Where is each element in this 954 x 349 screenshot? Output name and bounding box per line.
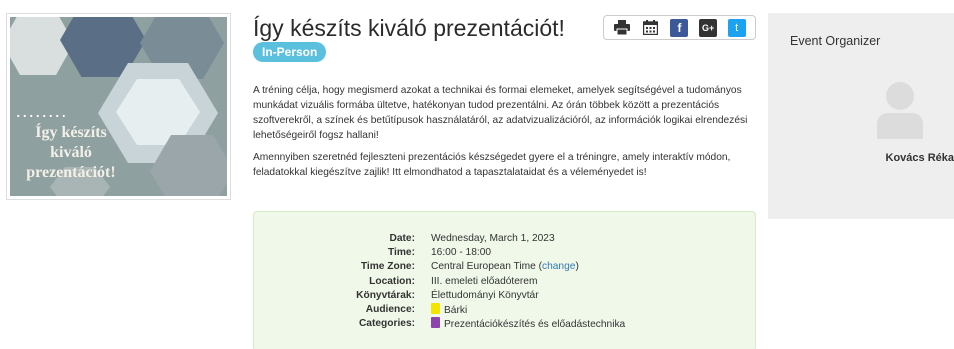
print-icon[interactable] [613,19,631,37]
timezone-change-link[interactable]: change [542,261,575,272]
organizer-name: Kovács Réka [885,152,954,164]
category-color-swatch [431,317,440,328]
facebook-icon[interactable]: f [670,18,689,37]
twitter-icon[interactable]: t [727,18,746,37]
detail-row-timezone: Time Zone: Central European Time (change… [254,260,755,274]
organizer-heading: Event Organizer [790,34,881,48]
event-details: Date: Wednesday, March 1, 2023 Time: 16:… [253,211,756,349]
categories-label: Categories: [358,318,415,329]
detail-row-categories: Categories: Prezentációkészítés és előad… [254,317,755,331]
timezone-value: Central European Time [431,261,536,272]
image-caption: Így készíts kiváló prezentációt! [26,124,116,181]
location-value: III. emeleti előadóterem [431,276,538,287]
description-paragraph: Amennyiben szeretnéd fejleszteni prezent… [253,152,731,178]
detail-row-time: Time: 16:00 - 18:00 [254,246,755,260]
date-label: Date: [389,233,415,244]
description-paragraph: A tréning célja, hogy megismerd azokat a… [253,85,748,141]
calendar-icon[interactable] [642,19,660,37]
categories-value-wrap: Prezentációkészítés és előadástechnika [431,317,625,332]
avatar-placeholder-icon [877,82,923,139]
audience-value-wrap: Bárki [431,303,467,318]
organizer-sidebar: Event Organizer Kovács Réka [768,13,954,219]
detail-row-date: Date: Wednesday, March 1, 2023 [254,232,755,246]
library-label: Könyvtárak: [356,290,415,301]
date-value: Wednesday, March 1, 2023 [431,233,555,244]
time-value: 16:00 - 18:00 [431,247,492,258]
categories-value: Prezentációkészítés és előadástechnika [444,319,626,330]
audience-label: Audience: [365,304,415,315]
location-label: Location: [369,276,415,287]
event-description: A tréning célja, hogy megismerd azokat a… [253,83,758,187]
timezone-value-wrap: Central European Time (change) [431,261,579,272]
google-plus-icon[interactable]: G+ [699,18,718,37]
detail-row-location: Location: III. emeleti előadóterem [254,275,755,289]
event-image-frame: ........ Így készíts kiváló prezentációt… [6,13,231,200]
audience-color-swatch [431,303,440,314]
image-dots: ........ [16,101,68,121]
detail-row-library: Könyvtárak: Élettudományi Könyvtár [254,289,755,303]
in-person-badge: In-Person [253,42,327,62]
library-value: Élettudományi Könyvtár [431,290,539,301]
event-image: ........ Így készíts kiváló prezentációt… [10,17,227,196]
share-toolbar: f G+ t [603,15,756,40]
timezone-label: Time Zone: [360,261,415,272]
event-title: Így készíts kiváló prezentációt! [253,15,565,41]
detail-row-audience: Audience: Bárki [254,303,755,317]
audience-value: Bárki [444,305,468,316]
time-label: Time: [388,247,415,258]
